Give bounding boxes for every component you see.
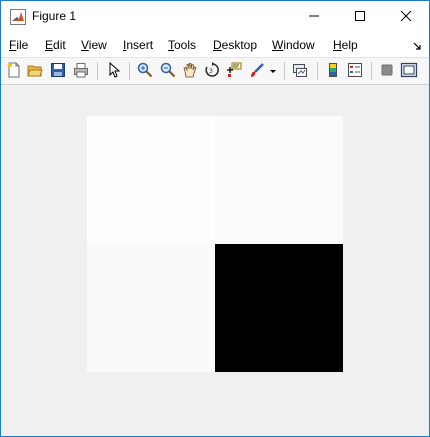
maximize-icon bbox=[354, 10, 366, 22]
menu-edit[interactable]: Edit bbox=[45, 38, 66, 52]
data-cursor-button[interactable] bbox=[224, 61, 244, 81]
menu-help[interactable]: Help bbox=[333, 38, 358, 52]
minimize-button[interactable] bbox=[291, 1, 337, 31]
print-icon bbox=[73, 62, 89, 81]
rotate-3d-button[interactable]: 3 bbox=[202, 61, 222, 81]
figure-window: Figure 1 File Edit View Insert Tools Des… bbox=[0, 0, 430, 437]
menu-window[interactable]: Window bbox=[272, 38, 315, 52]
edit-plot-button[interactable] bbox=[104, 61, 124, 81]
image-cell bbox=[215, 244, 343, 372]
menu-file[interactable]: File bbox=[9, 38, 28, 52]
zoom-out-icon bbox=[160, 62, 176, 81]
image-cell bbox=[215, 116, 343, 244]
matlab-app-icon bbox=[10, 9, 26, 25]
pan-hand-icon bbox=[182, 62, 198, 81]
zoom-in-button[interactable] bbox=[135, 61, 155, 81]
link-plot-button[interactable] bbox=[290, 61, 310, 81]
zoom-out-button[interactable] bbox=[158, 61, 178, 81]
maximize-button[interactable] bbox=[337, 1, 383, 31]
insert-legend-button[interactable] bbox=[345, 61, 365, 81]
insert-legend-icon bbox=[347, 62, 363, 81]
brush-dropdown-button[interactable] bbox=[267, 61, 279, 81]
new-figure-button[interactable] bbox=[4, 61, 24, 81]
open-file-icon bbox=[27, 62, 43, 81]
new-figure-icon bbox=[6, 62, 22, 81]
image-axes[interactable] bbox=[87, 116, 343, 372]
save-icon bbox=[50, 62, 66, 81]
toolbar-separator bbox=[97, 62, 98, 80]
toolbar-separator bbox=[129, 62, 130, 80]
image-cell bbox=[87, 116, 215, 244]
insert-colorbar-button[interactable] bbox=[323, 61, 343, 81]
open-file-button[interactable] bbox=[25, 61, 45, 81]
close-icon bbox=[400, 10, 412, 22]
figure-toolbar: 3 bbox=[1, 57, 429, 85]
svg-text:3: 3 bbox=[209, 68, 213, 75]
toolbar-separator bbox=[371, 62, 372, 80]
image-cell bbox=[87, 244, 215, 372]
edit-plot-arrow-icon bbox=[106, 61, 122, 81]
figure-canvas bbox=[1, 85, 429, 436]
toolbar-separator bbox=[317, 62, 318, 80]
menu-tools[interactable]: Tools bbox=[168, 38, 196, 52]
menu-view[interactable]: View bbox=[81, 38, 107, 52]
data-cursor-icon bbox=[226, 62, 242, 81]
brush-icon bbox=[249, 62, 265, 81]
menu-desktop[interactable]: Desktop bbox=[213, 38, 257, 52]
print-button[interactable] bbox=[71, 61, 91, 81]
brush-dropdown-icon bbox=[269, 64, 277, 78]
show-plot-tools-icon bbox=[400, 62, 418, 81]
menu-bar: File Edit View Insert Tools Desktop Wind… bbox=[1, 31, 429, 57]
link-plot-icon bbox=[292, 62, 308, 81]
show-plot-tools-button[interactable] bbox=[399, 61, 419, 81]
window-title: Figure 1 bbox=[32, 9, 77, 23]
zoom-in-icon bbox=[137, 62, 153, 81]
brush-button[interactable] bbox=[247, 61, 267, 81]
dock-figure-icon[interactable] bbox=[413, 39, 421, 53]
hide-plot-tools-icon bbox=[379, 62, 395, 81]
title-bar[interactable]: Figure 1 bbox=[1, 1, 429, 31]
insert-colorbar-icon bbox=[325, 62, 341, 81]
close-button[interactable] bbox=[383, 1, 429, 31]
toolbar-separator bbox=[284, 62, 285, 80]
save-button[interactable] bbox=[48, 61, 68, 81]
minimize-icon bbox=[308, 10, 320, 22]
menu-insert[interactable]: Insert bbox=[123, 38, 153, 52]
hide-plot-tools-button[interactable] bbox=[377, 61, 397, 81]
pan-button[interactable] bbox=[180, 61, 200, 81]
rotate-3d-icon: 3 bbox=[204, 61, 220, 81]
